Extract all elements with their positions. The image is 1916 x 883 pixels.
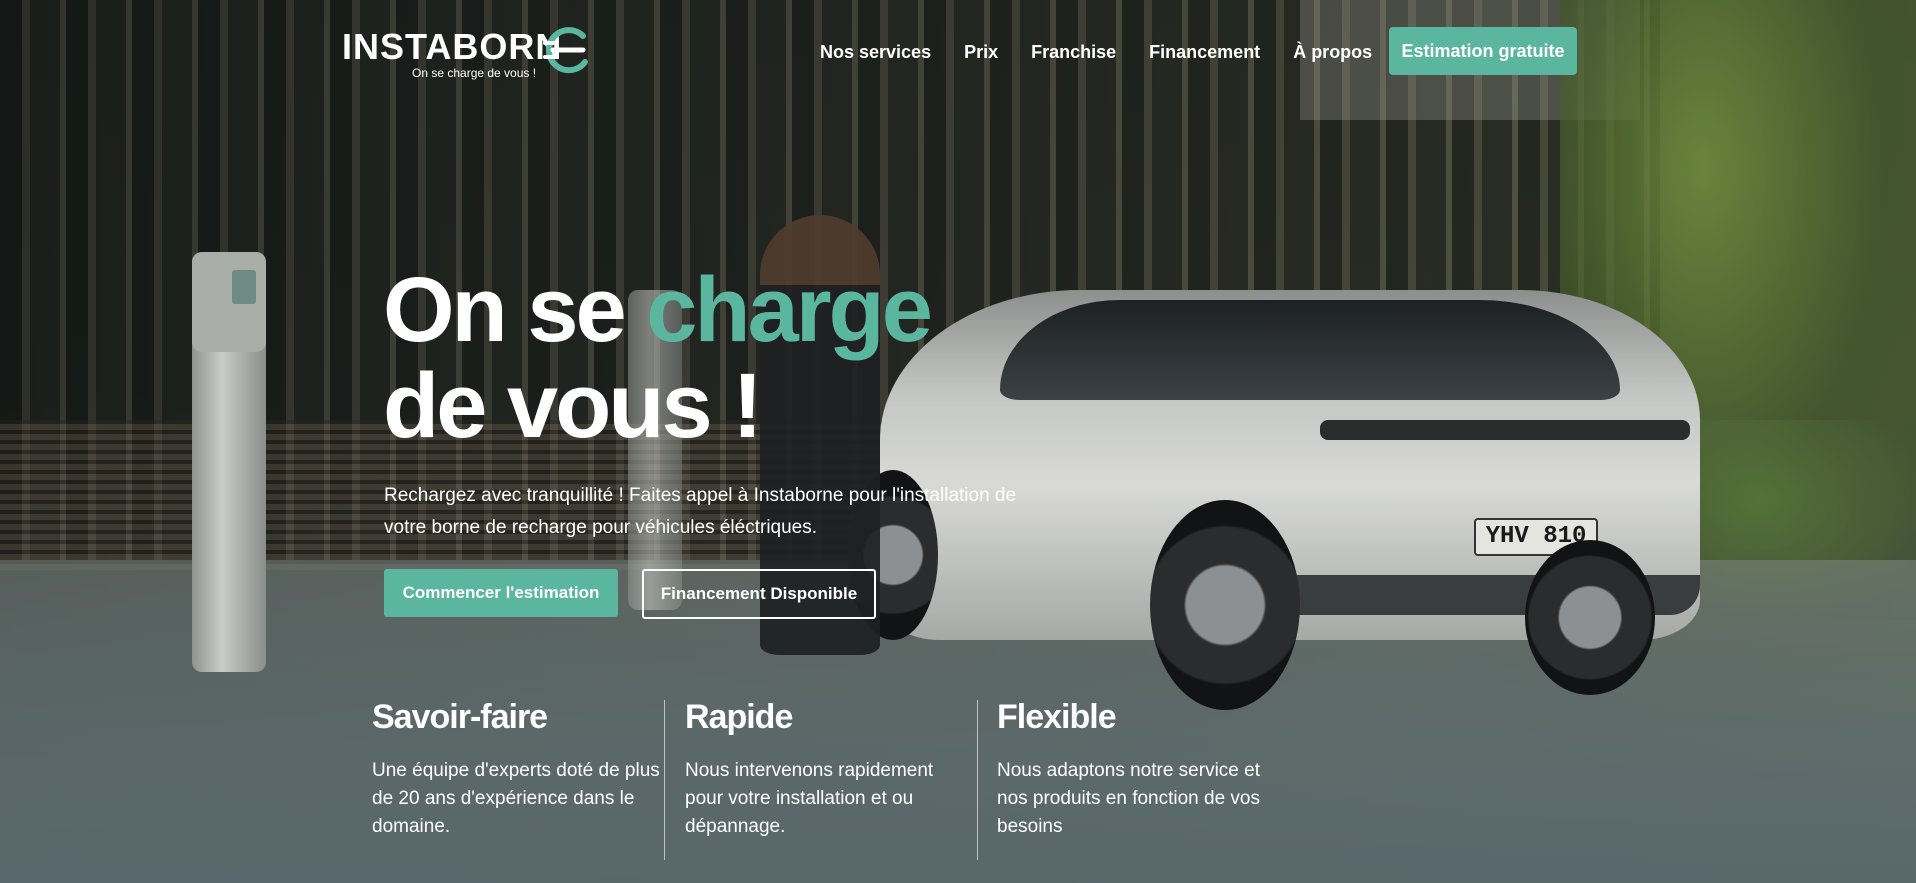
feature-title: Flexible: [997, 698, 1117, 736]
feature-divider: [977, 700, 978, 860]
nav-item-a-propos[interactable]: À propos: [1293, 42, 1372, 63]
nav-item-prix[interactable]: Prix: [964, 42, 998, 63]
start-estimate-button[interactable]: Commencer l'estimation: [384, 569, 618, 617]
financing-available-button[interactable]: Financement Disponible: [642, 569, 876, 619]
feature-text: Nous intervenons rapidement pour votre i…: [685, 760, 934, 837]
charging-station-screen: [232, 270, 256, 304]
feature-title: Rapide: [685, 698, 793, 736]
feature-text: Nous adaptons notre service et nos produ…: [997, 760, 1261, 837]
brand-tagline: On se charge de vous !: [412, 66, 537, 80]
nav-item-financement[interactable]: Financement: [1149, 42, 1260, 63]
headline-part2: de vous !: [383, 355, 763, 457]
car-taillight: [1320, 420, 1690, 440]
car-wheel-rear-left: [1150, 500, 1300, 710]
car-wheel-rear-right: [1525, 540, 1655, 695]
plug-e-icon: [543, 27, 588, 74]
brand-name: INSTABORN: [342, 26, 563, 67]
car-rear-window: [1000, 300, 1620, 400]
feature-rapide: Rapide Nous intervenons rapidement pour …: [685, 698, 975, 841]
free-estimate-button[interactable]: Estimation gratuite: [1389, 27, 1577, 75]
hero-headline: On se charge de vous !: [383, 259, 933, 457]
main-nav: Nos services Prix Franchise Financement …: [820, 42, 1405, 63]
feature-savoir-faire: Savoir-faire Une équipe d'experts doté d…: [372, 698, 662, 841]
feature-text: Une équipe d'experts doté de plus de 20 …: [372, 760, 660, 837]
feature-title: Savoir-faire: [372, 698, 548, 736]
nav-item-franchise[interactable]: Franchise: [1031, 42, 1116, 63]
hero-lead-text: Rechargez avec tranquillité ! Faites app…: [384, 485, 1017, 538]
feature-flexible: Flexible Nous adaptons notre service et …: [997, 698, 1287, 841]
site-header: INSTABORN On se charge de vous ! Nos ser…: [0, 0, 1916, 110]
feature-divider: [664, 700, 665, 860]
brand-logo[interactable]: INSTABORN On se charge de vous !: [342, 20, 602, 84]
nav-item-services[interactable]: Nos services: [820, 42, 931, 63]
headline-part1: On se: [383, 259, 647, 361]
headline-accent: charge: [646, 259, 933, 361]
